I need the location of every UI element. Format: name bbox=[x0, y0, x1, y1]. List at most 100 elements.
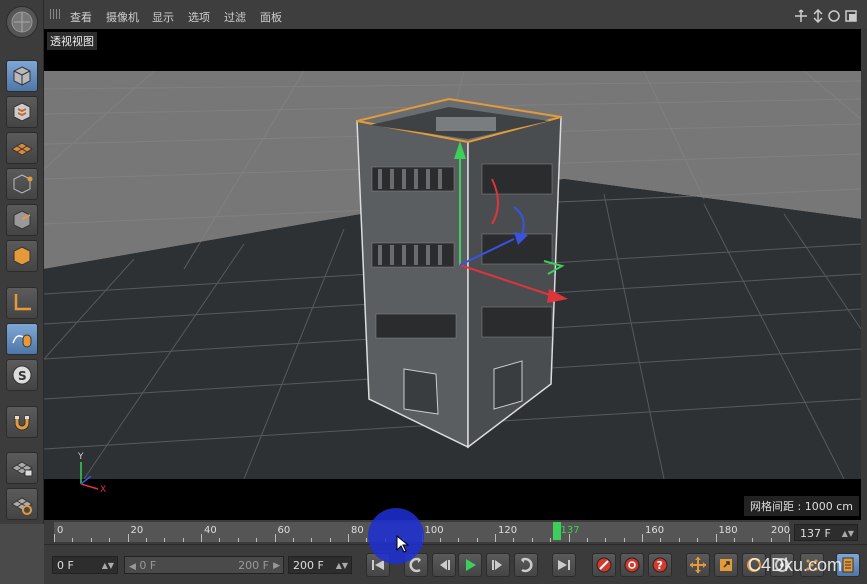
tweak-mode-button[interactable] bbox=[6, 323, 38, 355]
timeline-tick bbox=[531, 538, 533, 542]
timeline-tick bbox=[145, 538, 147, 542]
menu-filter[interactable]: 过滤 bbox=[224, 9, 246, 25]
axis-x-label: X bbox=[100, 485, 106, 495]
range-left-arrow-icon[interactable]: ◀ bbox=[129, 562, 136, 572]
range-end-value: 200 F bbox=[238, 559, 269, 572]
go-to-end-button[interactable] bbox=[552, 553, 576, 577]
snap-button[interactable]: S bbox=[6, 359, 38, 391]
end-frame-field[interactable]: 200 F ▲▼ bbox=[288, 556, 352, 574]
timeline-tick bbox=[329, 538, 331, 542]
timeline-tick bbox=[311, 538, 313, 542]
scene-render[interactable]: Y X bbox=[44, 29, 861, 520]
timeline-tick bbox=[219, 538, 221, 542]
current-frame-field[interactable]: 137 F ▲▼ bbox=[794, 524, 858, 541]
timeline-tick bbox=[237, 538, 239, 542]
timeline-tick bbox=[715, 534, 717, 542]
record-keys-button[interactable] bbox=[592, 553, 616, 577]
menu-panel[interactable]: 面板 bbox=[260, 9, 282, 25]
grid-spacing-readout: 网格间距 : 1000 cm bbox=[744, 496, 859, 516]
keyframe-selection-button[interactable]: ? bbox=[648, 553, 672, 577]
range-right-arrow-icon[interactable]: ▶ bbox=[273, 557, 280, 575]
timeline-tick bbox=[550, 538, 552, 542]
start-frame-field[interactable]: 0 F ▲▼ bbox=[52, 556, 118, 574]
timeline-tick bbox=[642, 534, 643, 542]
panel-grip-icon[interactable] bbox=[50, 9, 60, 19]
start-frame-value: 0 F bbox=[57, 559, 74, 572]
timeline-tick bbox=[439, 538, 441, 542]
timeline-tick bbox=[164, 538, 166, 542]
panel-divider[interactable] bbox=[861, 29, 867, 524]
timeline-tick-label: 20 bbox=[130, 525, 144, 536]
polygons-mode-button[interactable] bbox=[6, 240, 38, 272]
axis-y-label: Y bbox=[77, 452, 84, 462]
timeline-tick-label: 0 bbox=[57, 525, 64, 536]
timeline-tick bbox=[182, 538, 184, 542]
edges-mode-button[interactable] bbox=[6, 204, 38, 236]
timeline-tick bbox=[458, 538, 460, 542]
magnet-icon[interactable] bbox=[6, 406, 38, 438]
viewport-nav-icons[interactable] bbox=[794, 9, 866, 23]
timeline-tick bbox=[292, 538, 294, 542]
timeline-tick bbox=[72, 538, 74, 542]
planar-workplane-button[interactable] bbox=[6, 488, 38, 520]
timeline-tick bbox=[274, 534, 276, 542]
timeline-tick bbox=[623, 538, 625, 542]
timeline-tick bbox=[733, 538, 735, 542]
perspective-viewport[interactable]: Y X 透视视图 网格间距 : 1000 cm bbox=[44, 29, 861, 520]
menu-display[interactable]: 显示 bbox=[152, 9, 174, 25]
next-key-button[interactable] bbox=[514, 553, 538, 577]
scale-track-button[interactable] bbox=[714, 553, 738, 577]
timeline-tick-label: 120 bbox=[498, 525, 518, 536]
timeline: 0 20 40 60 80 100 120 137 160 180 200 137 F ▲▼ bbox=[44, 520, 867, 544]
timeline-tick bbox=[109, 538, 111, 542]
svg-text:S: S bbox=[18, 369, 27, 383]
playback-controls: 0 F ▲▼ ◀ 0 F 200 F ▶ 200 F ▲▼ ? bbox=[44, 544, 867, 584]
viewport-menubar: 查看 摄像机 显示 选项 过滤 面板 bbox=[44, 0, 867, 30]
autokeying-button[interactable] bbox=[620, 553, 644, 577]
timeline-tick bbox=[476, 538, 478, 542]
position-track-button[interactable] bbox=[686, 553, 710, 577]
timeline-tick bbox=[660, 538, 662, 542]
timeline-tick-label: 160 bbox=[645, 525, 665, 536]
play-forward-button[interactable] bbox=[458, 553, 482, 577]
timeline-tick-label: 137 bbox=[560, 525, 580, 536]
timeline-tick bbox=[201, 534, 202, 542]
timeline-tick-label: 200 bbox=[771, 525, 791, 536]
timeline-tick bbox=[348, 534, 349, 542]
points-mode-button[interactable] bbox=[6, 168, 38, 200]
timeline-tick-label: 60 bbox=[277, 525, 291, 536]
menu-view[interactable]: 查看 bbox=[70, 9, 92, 25]
watermark: C4Dku.com bbox=[748, 555, 843, 575]
timeline-tick-label: 100 bbox=[424, 525, 444, 536]
end-frame-value: 200 F bbox=[293, 559, 324, 572]
range-start-value: 0 F bbox=[139, 559, 157, 572]
timeline-tick bbox=[256, 538, 258, 542]
viewport-label: 透视视图 bbox=[47, 32, 97, 50]
timeline-tick bbox=[752, 538, 754, 542]
menu-camera[interactable]: 摄像机 bbox=[106, 9, 139, 25]
timeline-tick bbox=[54, 534, 55, 542]
model-mode-button[interactable] bbox=[6, 60, 38, 92]
timeline-tick bbox=[697, 538, 699, 542]
axis-mode-button[interactable] bbox=[6, 287, 38, 319]
timeline-tick bbox=[495, 534, 496, 542]
timeline-tick bbox=[127, 534, 129, 542]
stepper-arrows-icon[interactable]: ▲▼ bbox=[842, 525, 854, 542]
workplane-mode-button[interactable] bbox=[6, 132, 38, 164]
timeline-tick bbox=[90, 538, 92, 542]
previous-frame-button[interactable] bbox=[432, 553, 456, 577]
preview-range-slider[interactable]: ◀ 0 F 200 F ▶ bbox=[124, 556, 284, 574]
menu-options[interactable]: 选项 bbox=[188, 9, 210, 25]
timeline-tick bbox=[605, 538, 607, 542]
timeline-tick bbox=[513, 538, 515, 542]
app-logo-icon bbox=[6, 6, 38, 38]
timeline-tick-label: 80 bbox=[351, 525, 364, 536]
timeline-tick-label: 180 bbox=[718, 525, 738, 536]
mouse-cursor-icon bbox=[396, 535, 410, 553]
next-frame-button[interactable] bbox=[486, 553, 510, 577]
svg-text:?: ? bbox=[657, 559, 663, 572]
timeline-tick bbox=[678, 538, 680, 542]
texture-mode-button[interactable] bbox=[6, 96, 38, 128]
left-toolbar: S bbox=[0, 0, 44, 524]
lock-workplane-button[interactable] bbox=[6, 452, 38, 484]
